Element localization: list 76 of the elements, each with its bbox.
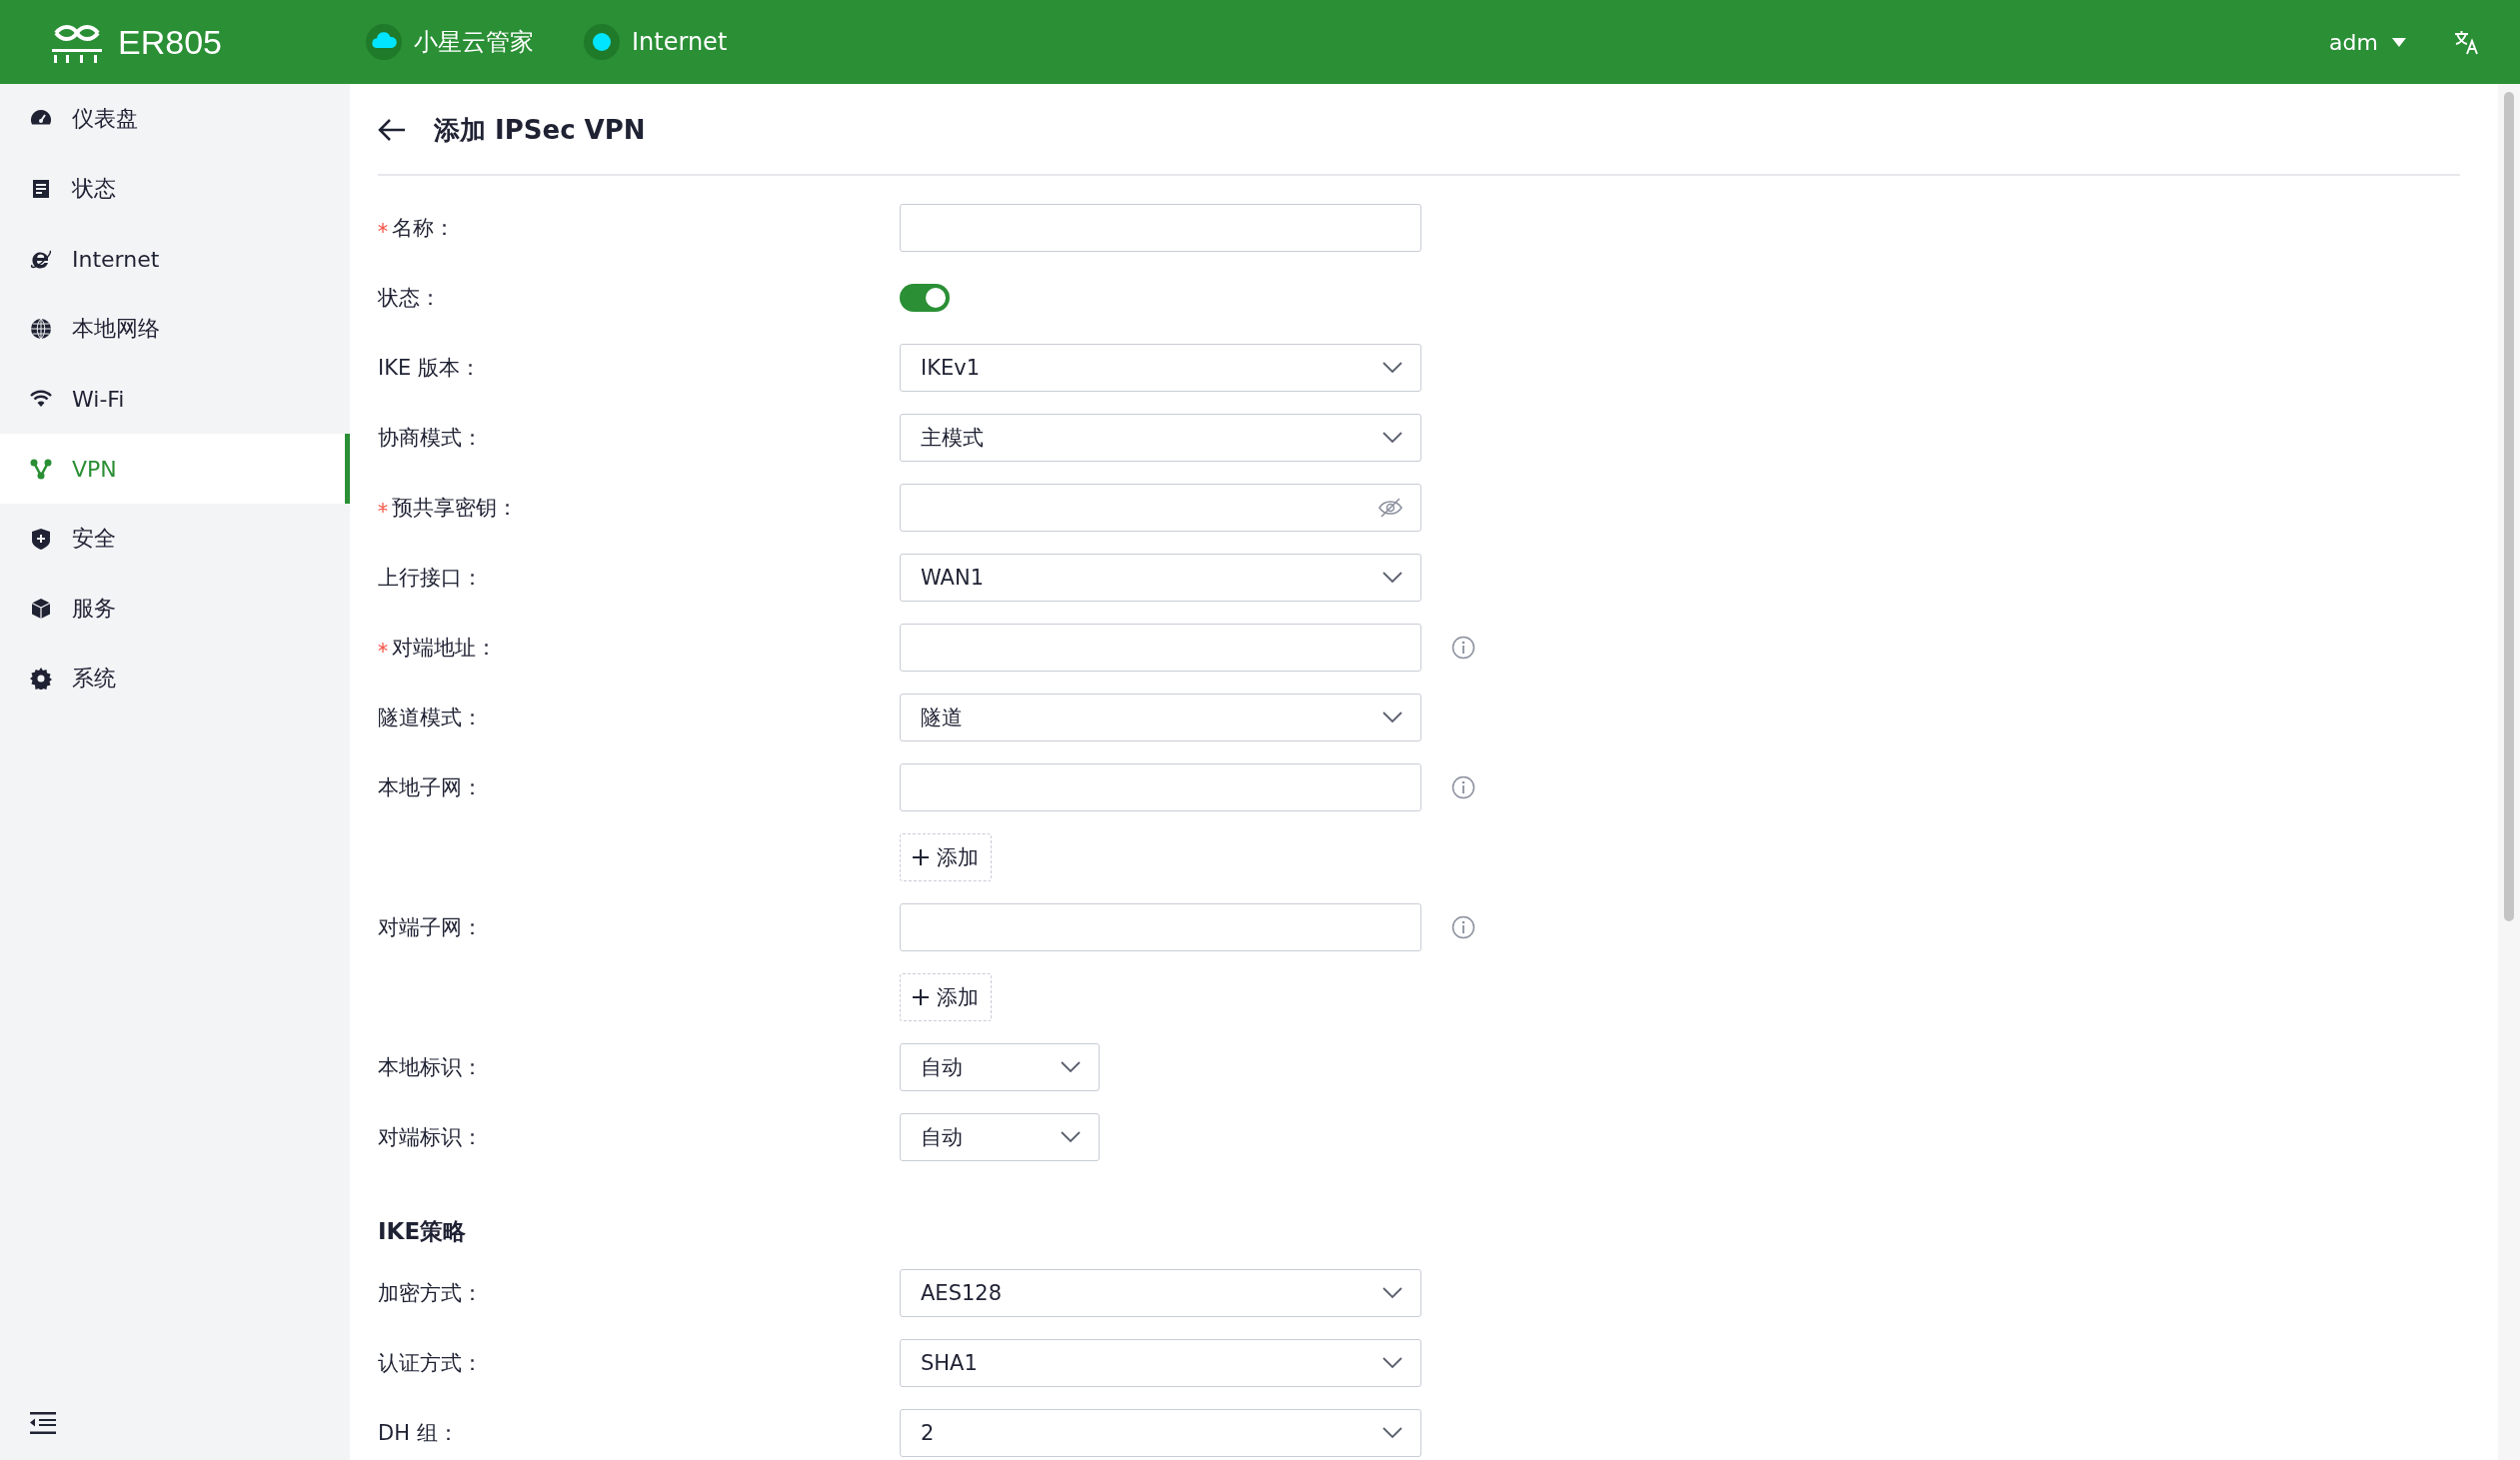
field-label: DH 组： <box>378 1420 459 1447</box>
text-field[interactable] <box>900 763 1421 811</box>
field-label: 名称： <box>392 215 455 242</box>
field-label: 上行接口： <box>378 565 483 592</box>
dropdown[interactable]: 主模式 <box>900 414 1421 462</box>
sidebar-item[interactable]: 仪表盘 <box>0 84 350 154</box>
text-field[interactable] <box>900 903 1421 951</box>
field-label: 状态： <box>378 285 441 312</box>
info-icon[interactable] <box>1451 775 1475 799</box>
add-button[interactable]: 添加 <box>900 973 992 1021</box>
sidebar-item[interactable]: 安全 <box>0 504 350 574</box>
sidebar-item[interactable]: VPN <box>0 434 350 504</box>
field-label: 预共享密钥： <box>392 495 518 522</box>
field-label: 对端标识： <box>378 1124 483 1151</box>
add-button[interactable]: 添加 <box>900 833 992 881</box>
collapse-menu-icon[interactable] <box>30 1412 56 1434</box>
field-label: IKE 版本： <box>378 355 481 382</box>
text-field[interactable] <box>900 204 1421 252</box>
product-name: ER805 <box>118 22 222 62</box>
cloud-icon <box>366 24 402 60</box>
sidebar-item[interactable]: Wi-Fi <box>0 364 350 434</box>
sidebar-item[interactable]: Internet <box>0 224 350 294</box>
section-heading: IKE策略 <box>378 1216 467 1246</box>
gear-icon <box>30 668 52 690</box>
chevron-down-icon <box>1061 1061 1081 1073</box>
dropdown[interactable]: WAN1 <box>900 554 1421 602</box>
internet-icon <box>30 248 52 270</box>
chevron-down-icon <box>1382 1287 1402 1299</box>
dropdown[interactable]: IKEv1 <box>900 344 1421 392</box>
dropdown[interactable]: 隧道 <box>900 694 1421 741</box>
field-label: 本地标识： <box>378 1054 483 1081</box>
status-icon <box>30 178 52 200</box>
chevron-down-icon <box>1382 1357 1402 1369</box>
field-label: 对端子网： <box>378 914 483 941</box>
status-label: 小星云管家 <box>414 27 534 58</box>
chevron-down-icon <box>1382 572 1402 584</box>
box-icon <box>30 598 52 620</box>
text-field[interactable] <box>900 624 1421 672</box>
status-label: Internet <box>632 28 728 56</box>
field-label: 对端地址： <box>392 635 497 662</box>
translate-icon[interactable] <box>2454 29 2480 55</box>
caret-icon <box>2392 37 2406 47</box>
sidebar-item[interactable]: 服务 <box>0 574 350 644</box>
dropdown[interactable]: 自动 <box>900 1043 1100 1091</box>
user-menu[interactable]: adm <box>2323 28 2412 56</box>
field-label: 加密方式： <box>378 1280 483 1307</box>
info-icon[interactable] <box>1451 636 1475 660</box>
dropdown[interactable]: AES128 <box>900 1269 1421 1317</box>
sidebar-item[interactable]: 状态 <box>0 154 350 224</box>
field-label: 隧道模式： <box>378 705 483 731</box>
chevron-down-icon <box>1061 1131 1081 1143</box>
dropdown[interactable]: 自动 <box>900 1113 1100 1161</box>
page-title: 添加 IPSec VPN <box>434 113 646 147</box>
globe-icon <box>30 318 52 340</box>
chevron-down-icon <box>1382 712 1402 724</box>
field-label: 协商模式： <box>378 425 483 452</box>
info-icon[interactable] <box>1451 915 1475 939</box>
sidebar-item[interactable]: 系统 <box>0 644 350 714</box>
shield-icon <box>30 528 52 550</box>
scrollbar-thumb[interactable] <box>2504 92 2514 921</box>
field-label: 本地子网： <box>378 774 483 801</box>
chevron-down-icon <box>1382 362 1402 374</box>
dropdown[interactable]: 2 <box>900 1409 1421 1457</box>
plus-icon <box>913 989 929 1005</box>
hidden-eye-icon[interactable] <box>1378 498 1402 518</box>
vpn-icon <box>30 458 52 480</box>
plus-icon <box>913 849 929 865</box>
toggle-switch[interactable] <box>900 284 950 312</box>
chevron-down-icon <box>1382 432 1402 444</box>
status-dot-icon <box>584 24 620 60</box>
dropdown[interactable]: SHA1 <box>900 1339 1421 1387</box>
sidebar-item[interactable]: 本地网络 <box>0 294 350 364</box>
back-arrow-icon[interactable] <box>378 118 406 142</box>
password-field[interactable] <box>900 484 1421 532</box>
chevron-down-icon <box>1382 1427 1402 1439</box>
field-label: 认证方式： <box>378 1350 483 1377</box>
